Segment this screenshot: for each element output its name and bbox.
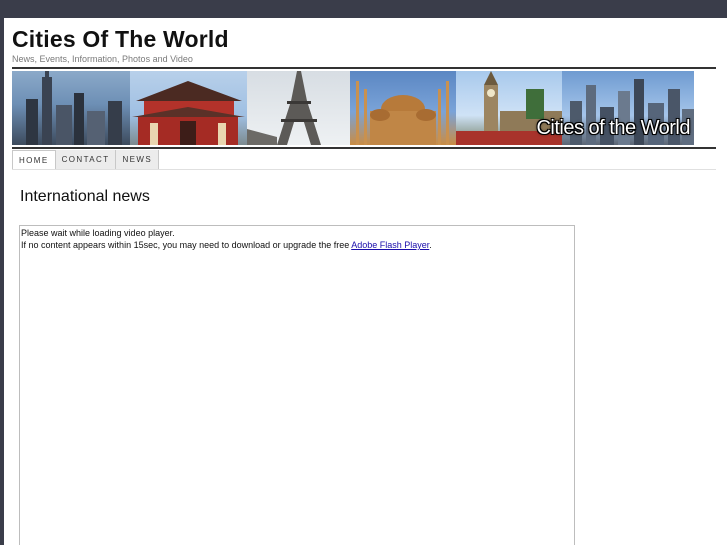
- flash-hint: If no content appears within 15sec, you …: [21, 239, 573, 251]
- site-title[interactable]: Cities Of The World: [12, 26, 229, 53]
- page-container: Cities Of The World News, Events, Inform…: [4, 18, 727, 545]
- banner-photo-temple: [130, 71, 247, 145]
- player-message: Please wait while loading video player. …: [20, 226, 574, 252]
- nav-item-contact[interactable]: CONTACT: [55, 150, 117, 169]
- loading-message: Please wait while loading video player.: [21, 228, 175, 238]
- banner-caption: Cities of the World: [536, 117, 690, 139]
- flash-hint-text: If no content appears within 15sec, you …: [21, 240, 352, 250]
- banner-photo-new-york: [12, 71, 130, 145]
- nav-divider: [12, 169, 716, 170]
- nav-item-home[interactable]: HOME: [12, 150, 56, 169]
- flash-hint-trailing: .: [429, 240, 432, 250]
- banner-divider: [12, 147, 716, 149]
- header-banner: Cities of the World: [12, 71, 694, 145]
- site-tagline: News, Events, Information, Photos and Vi…: [12, 54, 193, 64]
- video-player-placeholder[interactable]: Please wait while loading video player. …: [19, 225, 575, 545]
- adobe-flash-player-link[interactable]: Adobe Flash Player: [351, 240, 429, 250]
- main-navigation: HOME CONTACT NEWS: [12, 150, 160, 169]
- page-heading: International news: [20, 188, 150, 205]
- header-divider: [12, 67, 716, 69]
- banner-photo-eiffel-tower: [247, 71, 350, 145]
- nav-item-news[interactable]: NEWS: [116, 150, 160, 169]
- banner-photo-mosque: [350, 71, 456, 145]
